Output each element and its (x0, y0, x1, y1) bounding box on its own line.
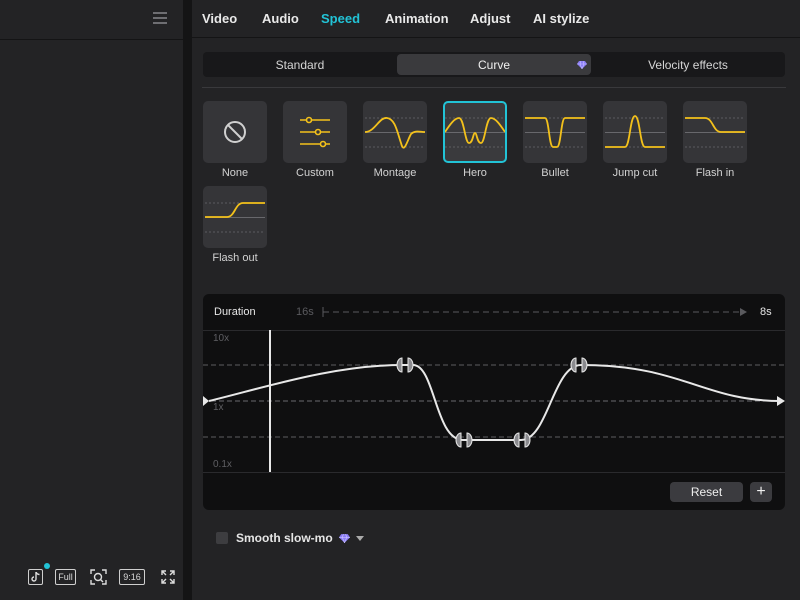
divider (203, 472, 785, 473)
tab-audio[interactable]: Audio (262, 11, 299, 26)
preset-label: Hero (463, 167, 487, 179)
preset-label: Flash in (695, 167, 735, 179)
reset-button[interactable]: Reset (670, 482, 743, 502)
divider (202, 87, 786, 88)
smooth-slowmo-label: Smooth slow-mo (236, 531, 333, 545)
mode-curve-label: Curve (477, 57, 510, 72)
chevron-down-icon[interactable] (355, 535, 364, 541)
duration-arrow (322, 307, 747, 317)
speed-curve-editor: Duration 16s 8s 10x 1x 0.1x Reset + (203, 294, 785, 510)
premium-gem-icon (577, 61, 587, 69)
mode-curve[interactable]: Curve (397, 54, 591, 75)
curve-flash-out-icon (205, 202, 265, 233)
preset-label: Flash out (212, 252, 258, 264)
focus-icon[interactable] (89, 569, 107, 585)
expand-icon[interactable] (160, 569, 176, 585)
premium-gem-icon (338, 533, 350, 543)
smooth-slowmo-checkbox[interactable] (216, 532, 228, 544)
duration-label: Duration (214, 306, 256, 318)
preset-montage[interactable]: Montage (363, 101, 427, 179)
tab-ai-stylize[interactable]: AI stylize (533, 11, 589, 26)
panel-splitter[interactable] (184, 0, 192, 600)
preset-custom[interactable]: Custom (283, 101, 347, 179)
preset-label: Bullet (541, 167, 569, 179)
smooth-slowmo-row: Smooth slow-mo (216, 529, 364, 547)
preset-label: None (221, 167, 249, 179)
inspector-tabs: Video Audio Speed Animation Adjust AI st… (192, 0, 800, 38)
aspect-ratio-button[interactable]: 9:16 (119, 569, 145, 585)
preset-none[interactable]: None (203, 101, 267, 179)
tiktok-icon[interactable] (28, 569, 43, 585)
curve-jump-cut-icon (605, 115, 665, 148)
preset-flash-in[interactable]: Flash in (683, 101, 747, 179)
mode-velocity-effects[interactable]: Velocity effects (593, 54, 783, 75)
sliders-icon (300, 116, 330, 148)
curve-montage-icon (365, 117, 425, 149)
preset-label: Jump cut (612, 167, 658, 179)
curve-hero-icon (445, 117, 505, 148)
hamburger-icon[interactable] (153, 12, 167, 24)
preset-label: Montage (373, 167, 417, 179)
tab-speed[interactable]: Speed (321, 11, 360, 26)
tab-video[interactable]: Video (202, 11, 237, 26)
inspector-panel: Video Audio Speed Animation Adjust AI st… (192, 0, 800, 600)
left-panel-header (0, 0, 184, 40)
curve-plot (203, 330, 785, 472)
add-point-button[interactable]: + (750, 482, 772, 502)
app-window: Full 9:16 Video Audio Speed Animation Ad… (0, 0, 800, 600)
speed-mode-switch: Standard Curve Velocity effects (203, 52, 785, 77)
preset-bullet[interactable]: Bullet (523, 101, 587, 179)
curve-flash-in-icon (685, 117, 745, 148)
new-duration: 8s (760, 306, 772, 318)
notification-dot (44, 563, 50, 569)
preset-jump-cut[interactable]: Jump cut (603, 101, 667, 179)
preset-label: Custom (296, 167, 334, 179)
curve-bullet-icon (525, 117, 585, 148)
tab-animation[interactable]: Animation (385, 11, 449, 26)
no-entry-icon (224, 121, 246, 143)
preset-flash-out[interactable]: Flash out (203, 186, 267, 264)
mode-standard[interactable]: Standard (205, 54, 395, 75)
player-controls: Full 9:16 (0, 560, 184, 594)
preset-hero[interactable]: Hero (443, 101, 507, 179)
tab-adjust[interactable]: Adjust (470, 11, 510, 26)
left-panel: Full 9:16 (0, 0, 184, 600)
full-button[interactable]: Full (55, 569, 76, 585)
original-duration: 16s (296, 306, 314, 318)
